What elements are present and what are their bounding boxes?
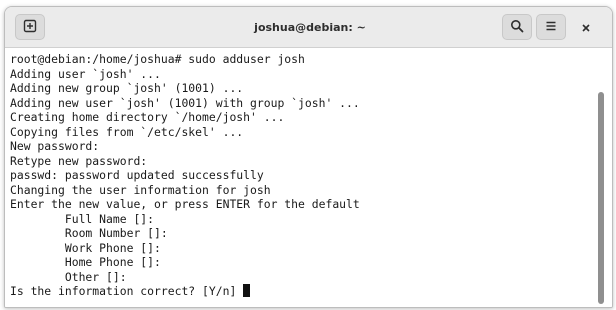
scrollbar[interactable] [598,92,604,304]
terminal-line: passwd: password updated successfully [10,168,264,182]
terminal-line: Work Phone []: [10,240,161,255]
search-icon [510,18,524,37]
new-tab-icon [23,18,37,37]
text-cursor [243,284,251,297]
terminal-line: Retype new password: [10,153,148,168]
terminal-output-area[interactable]: root@debian:/home/joshua# sudo adduser j… [5,48,612,307]
terminal-line: Adding user `josh' ... [10,66,161,81]
terminal-prompt-line[interactable]: Is the information correct? [Y/n] [10,284,360,299]
search-button[interactable] [502,14,532,40]
terminal-line: Room Number []: [10,226,168,240]
terminal-line: Other []: [10,269,127,284]
hamburger-menu-icon [544,18,558,37]
terminal-line: Adding new group `josh' (1001) ... [10,81,244,95]
close-icon [581,18,591,37]
terminal-line: Enter the new value, or press ENTER for … [10,197,360,211]
terminal-lines: root@debian:/home/joshua# sudo adduser j… [10,52,360,299]
terminal-line: Changing the user information for josh [10,182,271,197]
terminal-line: Adding new user `josh' (1001) with group… [10,95,360,110]
terminal-line: Copying files from `/etc/skel' ... [10,124,244,139]
window-title: joshua@debian: ~ [254,21,366,34]
menu-button[interactable] [536,14,566,40]
prompt-text: Is the information correct? [Y/n] [10,284,244,298]
terminal-line: New password: [10,139,100,153]
terminal-line: Creating home directory `/home/josh' ... [10,110,285,124]
terminal-line: Home Phone []: [10,255,161,269]
close-button[interactable] [573,14,599,40]
headerbar: joshua@debian: ~ [5,7,612,48]
new-tab-button[interactable] [15,14,45,40]
terminal-window: joshua@debian: ~ root@debian:/home/joshu… [4,6,613,308]
terminal-line: root@debian:/home/joshua# sudo adduser j… [10,52,305,66]
terminal-line: Full Name []: [10,211,155,226]
